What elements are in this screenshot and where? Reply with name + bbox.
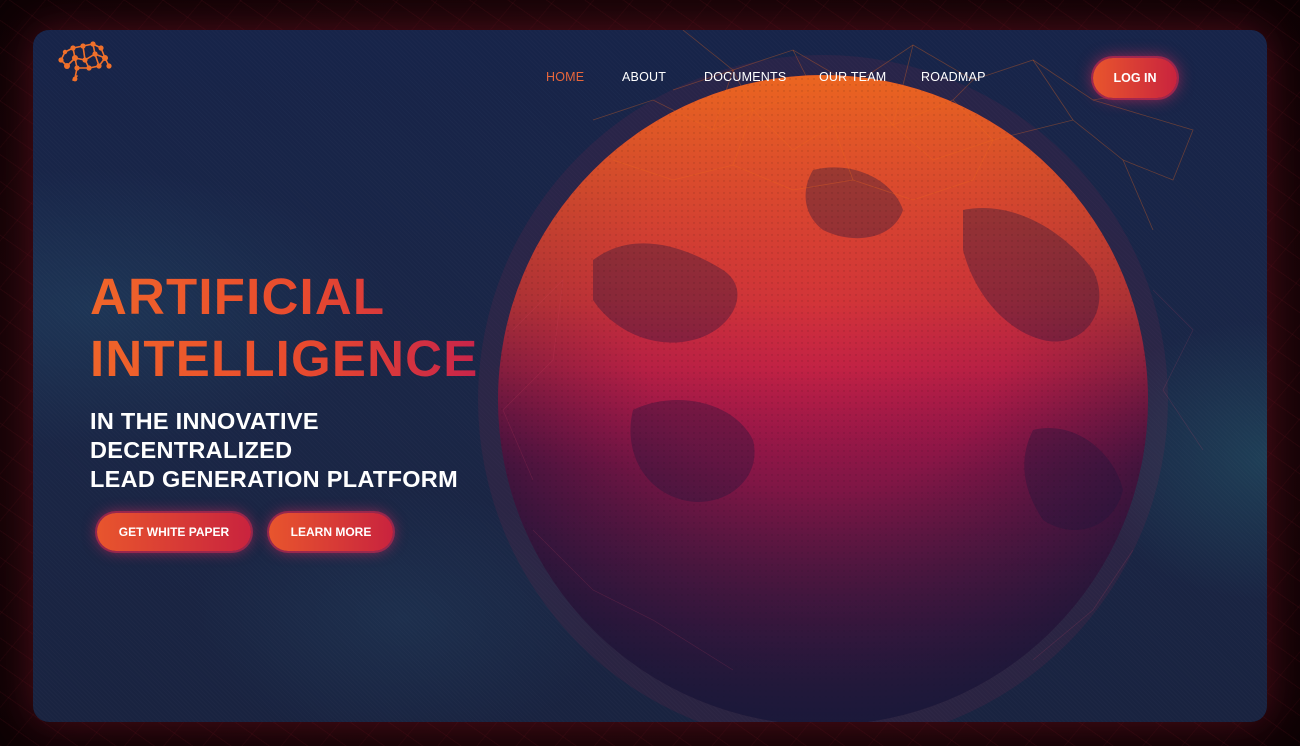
get-white-paper-button[interactable]: GET WHITE PAPER: [97, 513, 251, 551]
brain-network-icon[interactable]: [53, 36, 115, 84]
hero-subtitle: IN THE INNOVATIVE DECENTRALIZED LEAD GEN…: [90, 407, 458, 494]
hero-frame: HOME ABOUT DOCUMENTS OUR TEAM ROADMAP LO…: [33, 30, 1267, 722]
learn-more-button[interactable]: LEARN MORE: [269, 513, 393, 551]
login-button[interactable]: LOG IN: [1093, 58, 1177, 98]
nav-home-link[interactable]: HOME: [546, 70, 584, 84]
hero-subtitle-line3: LEAD GENERATION PLATFORM: [90, 466, 458, 492]
nav-about-link[interactable]: ABOUT: [622, 70, 666, 84]
hero-subtitle-line1: IN THE INNOVATIVE: [90, 408, 319, 434]
hero-title-line2: INTELLIGENCE: [90, 330, 479, 387]
nav-roadmap-link[interactable]: ROADMAP: [921, 70, 986, 84]
nav-our-team-link[interactable]: OUR TEAM: [819, 70, 886, 84]
hero-subtitle-line2: DECENTRALIZED: [90, 437, 293, 463]
globe-shadow: [498, 75, 1148, 722]
hero-title-line1: ARTIFICIAL: [90, 268, 386, 325]
hero-title: ARTIFICIAL INTELLIGENCE: [90, 266, 478, 390]
nav-documents-link[interactable]: DOCUMENTS: [704, 70, 786, 84]
